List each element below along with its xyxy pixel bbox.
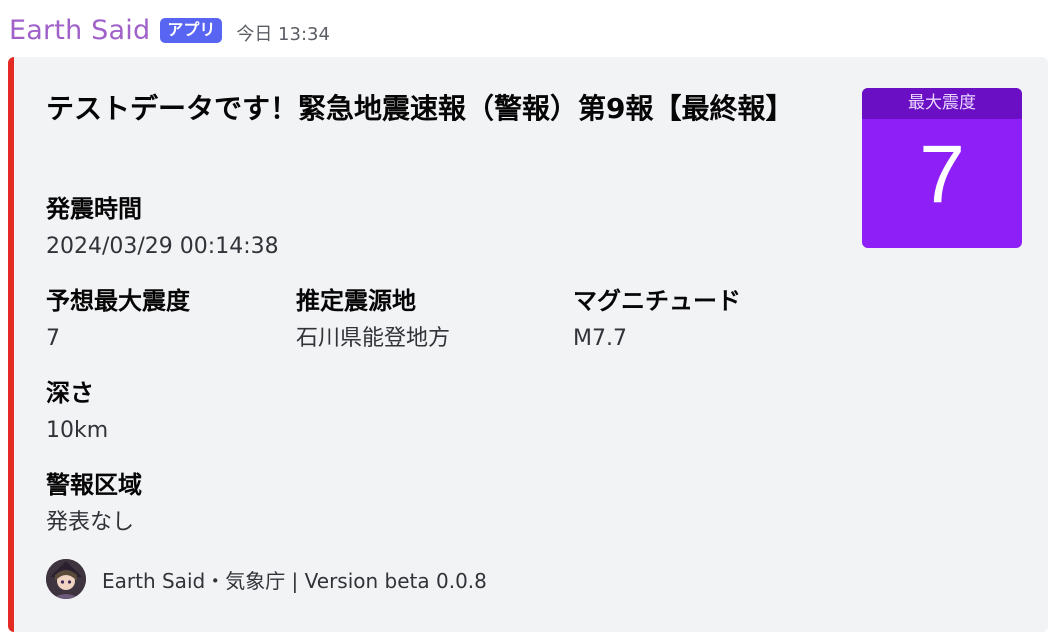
message-header: Earth Said アプリ 今日 13:34 xyxy=(9,12,330,48)
field-depth: 深さ 10km xyxy=(46,377,108,446)
app-badge: アプリ xyxy=(160,17,223,43)
field-magnitude: マグニチュード M7.7 xyxy=(573,285,741,354)
field-warning-area: 警報区域 発表なし xyxy=(46,469,142,538)
field-max-intensity-value: 7 xyxy=(46,326,60,351)
field-max-intensity-name: 予想最大震度 xyxy=(46,287,190,315)
thumbnail-intensity-value: 7 xyxy=(919,129,965,220)
intensity-thumbnail[interactable]: 最大震度 7 xyxy=(862,88,1022,248)
embed-footer: Earth Said・気象庁 | Version beta 0.0.8 xyxy=(46,559,487,599)
field-max-intensity: 予想最大震度 7 xyxy=(46,285,190,354)
embed-title: テストデータです！緊急地震速報（警報）第9報【最終報】 xyxy=(46,92,794,125)
username[interactable]: Earth Said xyxy=(9,15,150,46)
field-epicenter: 推定震源地 石川県能登地方 xyxy=(296,285,450,354)
field-warning-area-name: 警報区域 xyxy=(46,471,142,499)
thumbnail-label: 最大震度 xyxy=(862,88,1022,119)
field-time-value: 2024/03/29 00:14:38 xyxy=(46,234,279,259)
field-warning-area-value: 発表なし xyxy=(46,510,135,535)
field-depth-value: 10km xyxy=(46,418,109,443)
footer-avatar xyxy=(46,559,86,599)
message-timestamp: 今日 13:34 xyxy=(236,24,330,45)
embed-card: テストデータです！緊急地震速報（警報）第9報【最終報】 発震時間 2024/03… xyxy=(8,57,1048,632)
field-epicenter-name: 推定震源地 xyxy=(296,287,416,315)
footer-text: Earth Said・気象庁 | Version beta 0.0.8 xyxy=(102,568,487,593)
field-time: 発震時間 2024/03/29 00:14:38 xyxy=(46,193,279,262)
field-depth-name: 深さ xyxy=(46,379,94,407)
field-magnitude-value: M7.7 xyxy=(573,326,627,351)
field-time-name: 発震時間 xyxy=(46,195,142,223)
field-magnitude-name: マグニチュード xyxy=(573,287,741,315)
field-epicenter-value: 石川県能登地方 xyxy=(296,326,451,351)
